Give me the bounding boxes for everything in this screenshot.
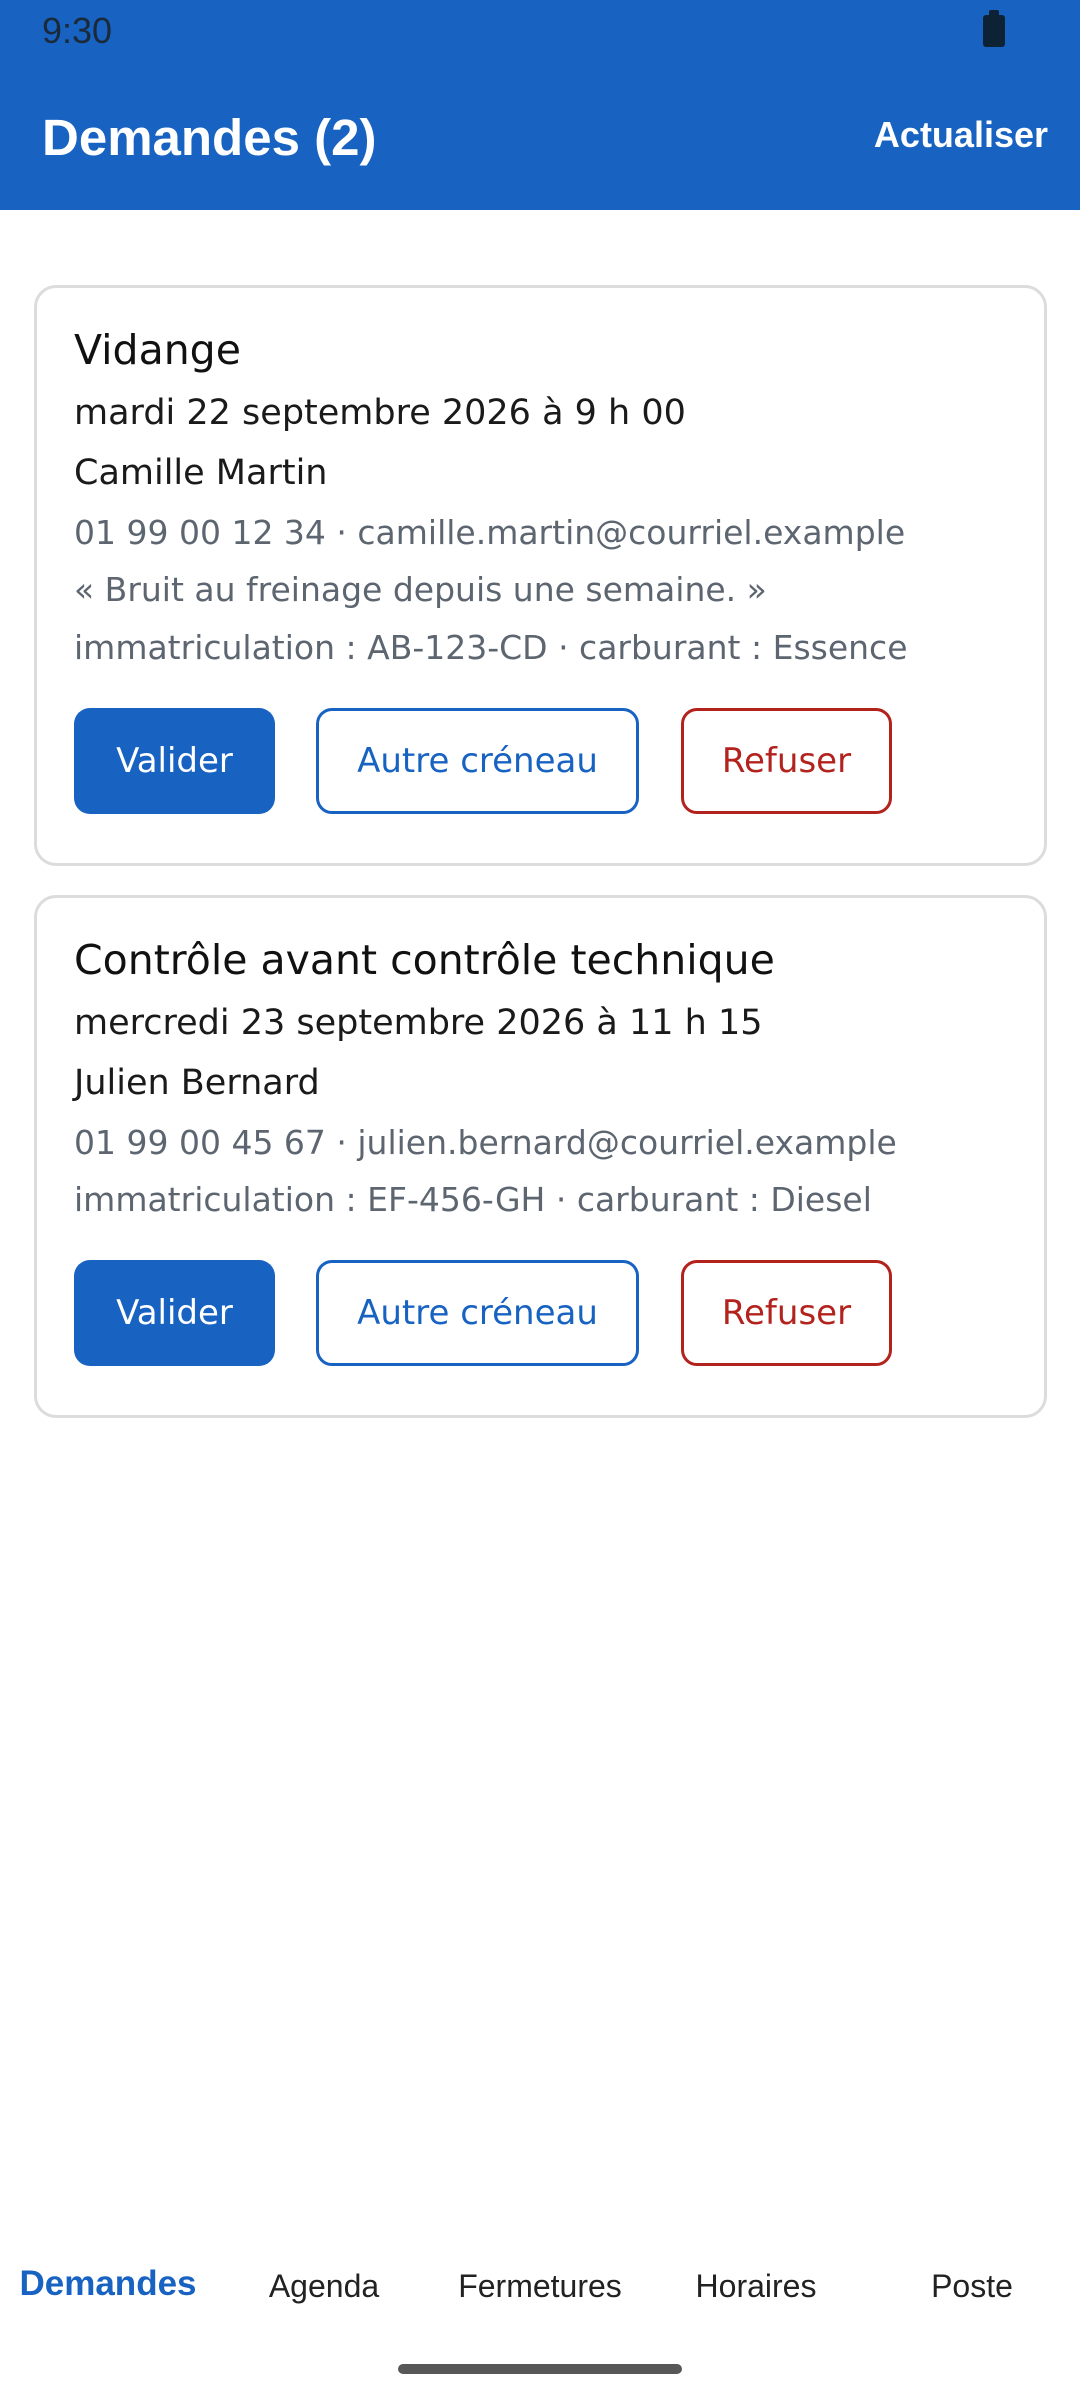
customer-contact: 01 99 00 12 34 · camille.martin@courriel… — [74, 513, 906, 552]
app-bar: 9:30 Demandes (2) Actualiser — [0, 0, 1080, 210]
nav-item-horaires[interactable]: Horaires — [648, 2268, 864, 2305]
customer-name: Julien Bernard — [74, 1063, 320, 1103]
reschedule-button[interactable]: Autre créneau — [316, 1260, 639, 1366]
vehicle-info: immatriculation : EF-456-GH · carburant … — [74, 1180, 872, 1219]
request-datetime: mercredi 23 septembre 2026 à 11 h 15 — [74, 1003, 763, 1043]
nav-item-demandes[interactable]: Demandes — [0, 2264, 216, 2304]
gesture-bar[interactable] — [398, 2364, 682, 2374]
accept-button[interactable]: Valider — [74, 708, 275, 814]
request-service: Contrôle avant contrôle technique — [74, 936, 775, 984]
vehicle-info: immatriculation : AB-123-CD · carburant … — [74, 628, 908, 667]
customer-name: Camille Martin — [74, 453, 328, 493]
battery-full-icon — [983, 10, 1005, 47]
request-comment: « Bruit au freinage depuis une semaine. … — [74, 570, 767, 609]
status-time: 9:30 — [42, 10, 113, 51]
request-datetime: mardi 22 septembre 2026 à 9 h 00 — [74, 393, 686, 433]
bottom-navigation: Demandes Agenda Fermetures Horaires Post… — [0, 2250, 1080, 2350]
request-card: Contrôle avant contrôle technique mercre… — [34, 895, 1047, 1418]
nav-item-fermetures[interactable]: Fermetures — [432, 2268, 648, 2305]
refresh-button[interactable]: Actualiser — [874, 114, 1048, 156]
refuse-button[interactable]: Refuser — [681, 1260, 892, 1366]
reschedule-button[interactable]: Autre créneau — [316, 708, 639, 814]
accept-button[interactable]: Valider — [74, 1260, 275, 1366]
nav-item-poste[interactable]: Poste — [864, 2268, 1080, 2305]
customer-contact: 01 99 00 45 67 · julien.bernard@courriel… — [74, 1123, 897, 1162]
request-service: Vidange — [74, 326, 241, 374]
page-title: Demandes (2) — [42, 109, 377, 166]
refuse-button[interactable]: Refuser — [681, 708, 892, 814]
nav-item-agenda[interactable]: Agenda — [216, 2268, 432, 2305]
request-card: Vidange mardi 22 septembre 2026 à 9 h 00… — [34, 285, 1047, 866]
